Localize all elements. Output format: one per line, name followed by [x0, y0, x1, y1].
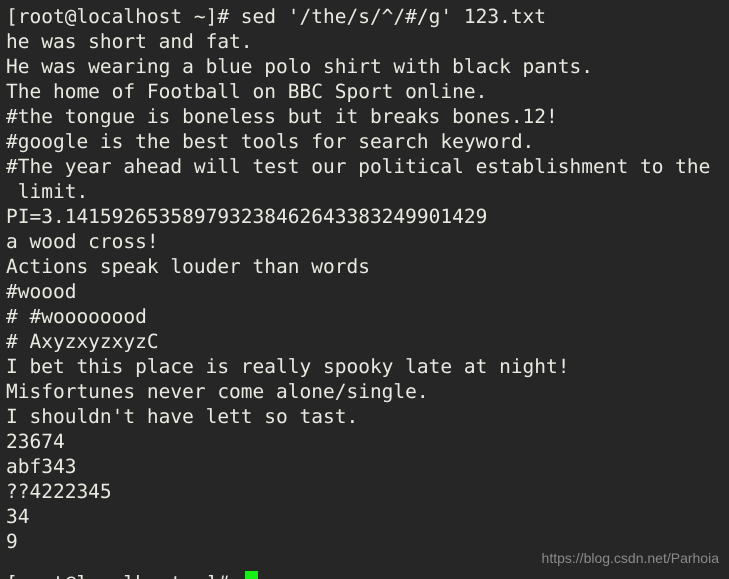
- terminal-line: #google is the best tools for search key…: [6, 130, 535, 153]
- terminal-line: # AxyzxyzxyzC: [6, 330, 159, 353]
- watermark-text: https://blog.csdn.net/Parhoia: [541, 550, 719, 566]
- terminal-prompt-line-clipped: [root@localhost ~]#: [6, 571, 229, 579]
- terminal-line: #woood: [6, 280, 77, 303]
- terminal-line: 34: [6, 505, 30, 528]
- terminal-cursor: [245, 571, 258, 579]
- terminal-line: I shouldn't have lett so tast.: [6, 405, 359, 428]
- terminal-line: a wood cross!: [6, 230, 159, 253]
- terminal-line: I bet this place is really spooky late a…: [6, 355, 570, 378]
- terminal-line-command: [root@localhost ~]# sed '/the/s/^/#/g' 1…: [6, 5, 547, 28]
- terminal-line: limit.: [6, 180, 89, 203]
- terminal-line: PI=3.14159265358979323846264338324990142…: [6, 205, 488, 228]
- terminal-window[interactable]: [root@localhost ~]# sed '/the/s/^/#/g' 1…: [0, 0, 729, 579]
- terminal-line: #the tongue is boneless but it breaks bo…: [6, 105, 558, 128]
- terminal-line: 23674: [6, 430, 65, 453]
- terminal-line: abf343: [6, 455, 77, 478]
- terminal-line: He was wearing a blue polo shirt with bl…: [6, 55, 593, 78]
- terminal-output-area[interactable]: [root@localhost ~]# sed '/the/s/^/#/g' 1…: [0, 0, 729, 554]
- terminal-line: he was short and fat.: [6, 30, 253, 53]
- terminal-line: #The year ahead will test our political …: [6, 155, 711, 178]
- terminal-line: # #woooooood: [6, 305, 147, 328]
- terminal-line: Misfortunes never come alone/single.: [6, 380, 429, 403]
- terminal-line: ??4222345: [6, 480, 112, 503]
- terminal-line: The home of Football on BBC Sport online…: [6, 80, 488, 103]
- terminal-line: Actions speak louder than words: [6, 255, 370, 278]
